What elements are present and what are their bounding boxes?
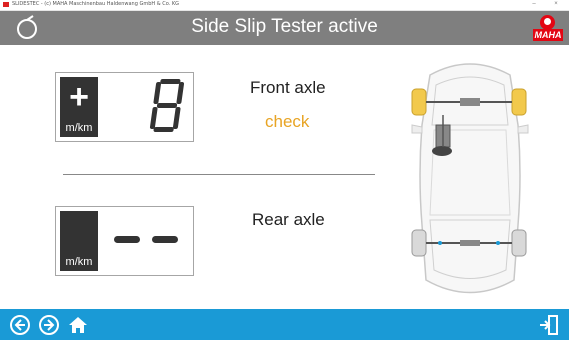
rear-axle-label: Rear axle — [252, 210, 325, 229]
arrow-right-circle-icon[interactable] — [37, 313, 61, 337]
maha-logo: MAHA — [533, 14, 563, 42]
front-axle-label: Front axle — [250, 78, 326, 97]
home-icon[interactable] — [66, 313, 90, 337]
arrow-left-circle-icon[interactable] — [8, 313, 32, 337]
front-sign: + — [69, 78, 89, 116]
header-bar: Side Slip Tester active MAHA — [0, 11, 569, 45]
front-digit-value — [149, 79, 184, 132]
minimize-button[interactable]: – — [527, 0, 541, 10]
exit-door-icon[interactable] — [537, 313, 561, 337]
rear-right-wheel — [511, 229, 527, 257]
close-button[interactable]: × — [549, 0, 563, 10]
front-axle-status: check — [265, 112, 310, 131]
window-title-bar: SLIDESTEC - (c) MAHA Maschinenbau Halden… — [0, 0, 569, 11]
rear-value-dash — [114, 236, 140, 243]
brand-label: MAHA — [533, 29, 563, 41]
front-left-wheel — [411, 88, 427, 116]
rear-unit: m/km — [65, 256, 93, 268]
app-icon — [3, 2, 9, 7]
front-axle-display: + m/km 8 — [55, 72, 194, 142]
rear-sign-box: m/km — [60, 211, 98, 271]
divider — [63, 174, 375, 175]
front-unit: m/km — [65, 122, 93, 134]
page-title: Side Slip Tester active — [191, 16, 378, 37]
window-title: SLIDESTEC - (c) MAHA Maschinenbau Halden… — [12, 1, 180, 7]
rear-value-dash — [152, 236, 178, 243]
bottom-toolbar — [0, 309, 569, 340]
rear-axle-display: m/km - - — [55, 206, 194, 276]
front-sign-box: + m/km — [60, 77, 98, 137]
front-right-wheel — [511, 88, 527, 116]
car-chassis-diagram — [411, 63, 529, 294]
rear-left-wheel — [411, 229, 427, 257]
